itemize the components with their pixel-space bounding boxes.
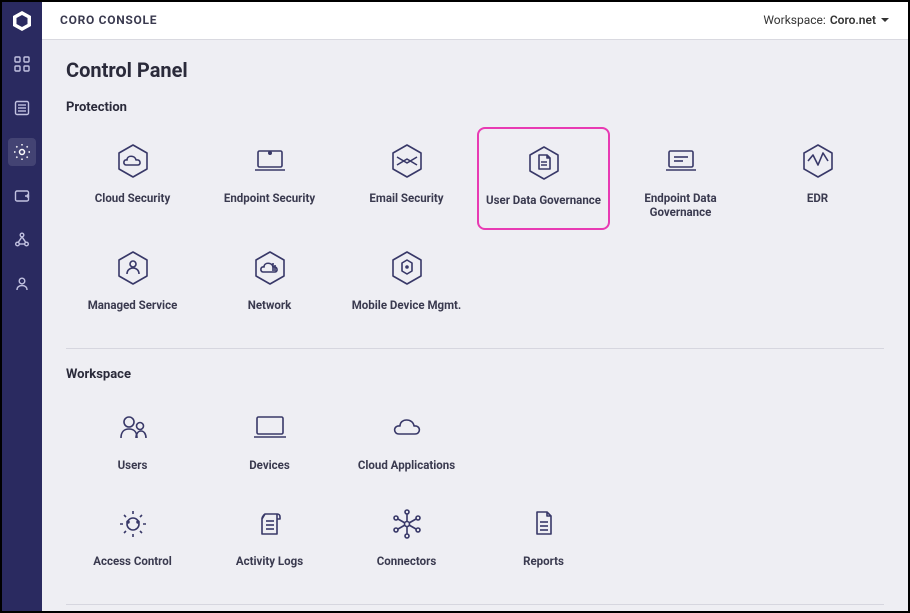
card-label: Access Control (93, 554, 172, 568)
nav-network-icon[interactable] (8, 226, 36, 254)
endpoint-data-governance-icon (659, 139, 703, 183)
nav-inbox-icon[interactable] (8, 182, 36, 210)
workspace-selector[interactable]: Workspace: Coro.net (763, 13, 890, 27)
cloud-applications-icon (385, 406, 429, 450)
card-label: Endpoint Security (224, 191, 315, 205)
card-endpoint-security[interactable]: Endpoint Security (203, 127, 336, 230)
devices-icon (248, 406, 292, 450)
card-label: Activity Logs (236, 554, 303, 568)
section-divider (66, 348, 884, 349)
protection-grid: Cloud Security Endpoint Security Email S… (66, 127, 884, 326)
section-protection: Protection Cloud Security Endpoint Secur… (66, 100, 884, 326)
card-users[interactable]: Users (66, 394, 199, 486)
card-label: Managed Service (88, 298, 178, 312)
users-icon (111, 406, 155, 450)
card-label: Devices (249, 458, 290, 472)
content-area: Control Panel Protection Cloud Security (42, 40, 908, 611)
section-protection-title: Protection (66, 100, 884, 115)
nav-dashboard-icon[interactable] (8, 50, 36, 78)
card-devices[interactable]: Devices (203, 394, 336, 486)
card-network[interactable]: Network (203, 234, 336, 326)
card-managed-service[interactable]: Managed Service (66, 234, 199, 326)
activity-logs-icon (248, 502, 292, 546)
card-label: Network (248, 298, 292, 312)
email-security-icon (385, 139, 429, 183)
workspace-grid: Users Devices Cloud Applications (66, 394, 884, 582)
access-control-icon (111, 502, 155, 546)
nav-list-icon[interactable] (8, 94, 36, 122)
card-label: Email Security (369, 191, 443, 205)
card-email-security[interactable]: Email Security (340, 127, 473, 230)
card-cloud-security[interactable]: Cloud Security (66, 127, 199, 230)
card-label: Cloud Applications (358, 458, 455, 472)
workspace-name: Coro.net (830, 13, 876, 27)
endpoint-security-icon (248, 139, 292, 183)
card-user-data-governance[interactable]: User Data Governance (477, 127, 610, 230)
page-title: Control Panel (66, 58, 884, 82)
nav-user-icon[interactable] (8, 270, 36, 298)
card-label: User Data Governance (486, 193, 601, 207)
card-activity-logs[interactable]: Activity Logs (203, 490, 336, 582)
cloud-security-icon (111, 139, 155, 183)
card-label: Cloud Security (95, 191, 171, 205)
brand-name: CORO CONSOLE (60, 13, 157, 27)
section-workspace: Workspace Users Devices (66, 367, 884, 582)
main-area: CORO CONSOLE Workspace: Coro.net Control… (42, 2, 908, 611)
card-reports[interactable]: Reports (477, 490, 610, 582)
card-label: Users (118, 458, 148, 472)
card-connectors[interactable]: Connectors (340, 490, 473, 582)
workspace-label: Workspace: (763, 13, 825, 27)
card-label: Endpoint Data Governance (618, 191, 743, 220)
card-cloud-applications[interactable]: Cloud Applications (340, 394, 473, 486)
edr-icon (796, 139, 840, 183)
card-label: Connectors (377, 554, 436, 568)
section-divider (66, 604, 884, 605)
card-label: Reports (523, 554, 564, 568)
nav-control-panel-icon[interactable] (8, 138, 36, 166)
side-nav (2, 2, 42, 611)
chevron-down-icon (880, 15, 890, 25)
network-icon (248, 246, 292, 290)
card-label: Mobile Device Mgmt. (352, 298, 462, 312)
managed-service-icon (111, 246, 155, 290)
top-bar: CORO CONSOLE Workspace: Coro.net (42, 2, 908, 40)
card-edr[interactable]: EDR (751, 127, 884, 230)
mobile-device-mgmt-icon (385, 246, 429, 290)
card-access-control[interactable]: Access Control (66, 490, 199, 582)
reports-icon (522, 502, 566, 546)
card-mobile-device-mgmt[interactable]: Mobile Device Mgmt. (340, 234, 473, 326)
user-data-governance-icon (522, 141, 566, 185)
card-endpoint-data-governance[interactable]: Endpoint Data Governance (614, 127, 747, 230)
logo-icon (9, 8, 35, 34)
connectors-icon (385, 502, 429, 546)
section-workspace-title: Workspace (66, 367, 884, 382)
card-label: EDR (807, 191, 828, 205)
